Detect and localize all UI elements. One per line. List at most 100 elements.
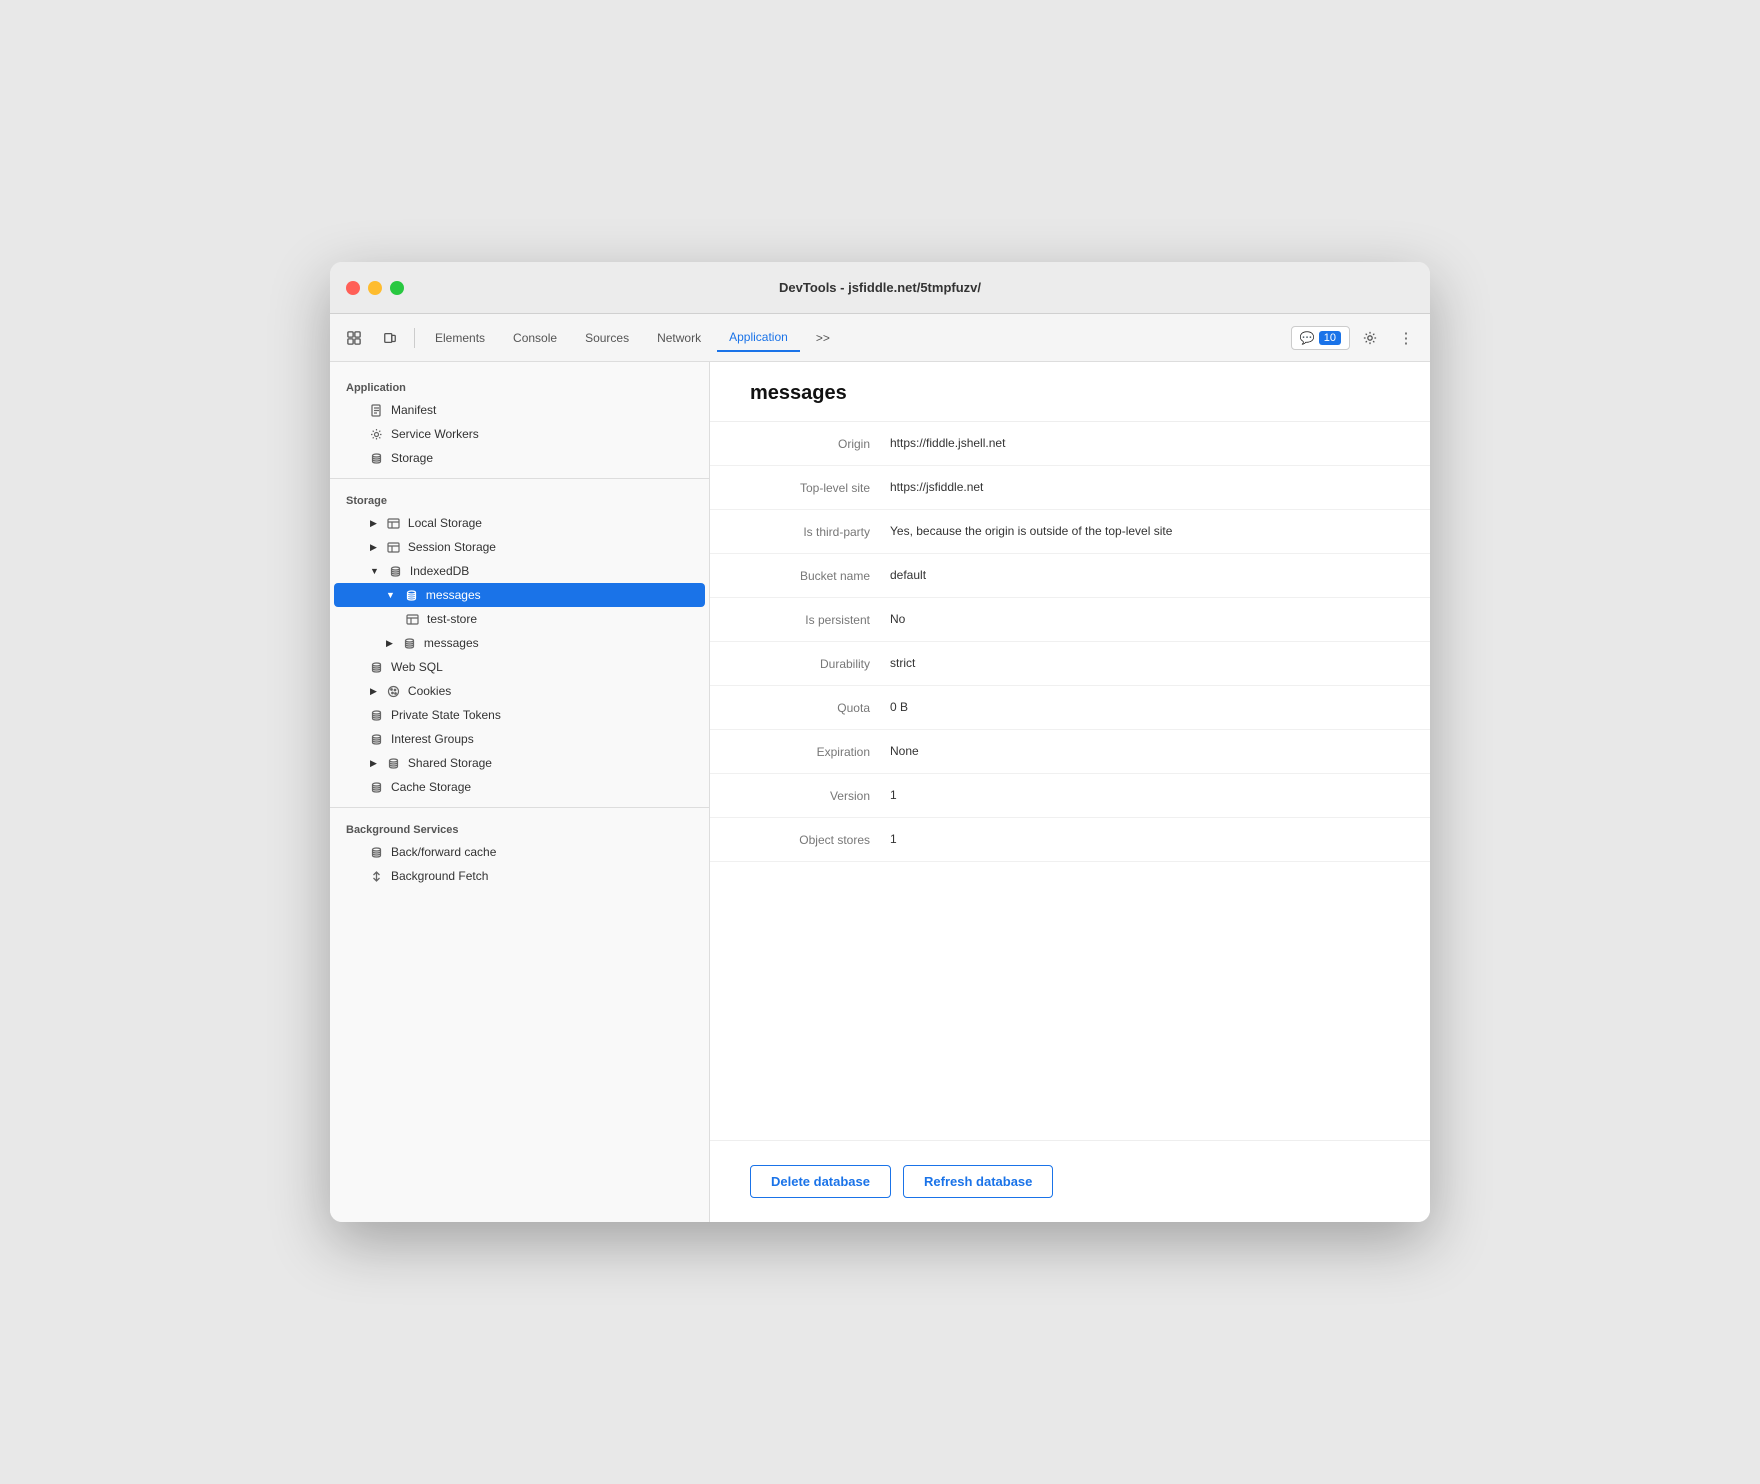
sidebar-item-label: Cache Storage	[391, 780, 471, 794]
prop-value-origin: https://fiddle.jshell.net	[890, 436, 1005, 450]
sidebar-item-manifest[interactable]: Manifest	[334, 398, 705, 422]
prop-value-is-persistent: No	[890, 612, 905, 626]
sidebar-item-shared-storage[interactable]: ▶ Shared Storage	[334, 751, 705, 775]
sidebar-item-storage[interactable]: Storage	[334, 446, 705, 470]
prop-row-version: Version 1	[710, 774, 1430, 818]
issues-badge[interactable]: 💬 10	[1291, 326, 1350, 350]
sidebar-item-label: Web SQL	[391, 660, 443, 674]
sidebar-item-indexeddb[interactable]: ▼ IndexedDB	[334, 559, 705, 583]
sidebar-item-messages-db[interactable]: ▼ messages	[334, 583, 705, 607]
sidebar-divider-1	[330, 478, 709, 479]
prop-label-expiration: Expiration	[750, 744, 890, 759]
sidebar-item-label: Manifest	[391, 403, 436, 417]
db-icon	[370, 781, 383, 794]
sidebar-divider-2	[330, 807, 709, 808]
table-icon	[387, 541, 400, 554]
prop-label-origin: Origin	[750, 436, 890, 451]
prop-value-third-party: Yes, because the origin is outside of th…	[890, 524, 1172, 538]
prop-label-third-party: Is third-party	[750, 524, 890, 539]
device-toolbar-icon[interactable]	[374, 322, 406, 354]
sidebar-item-service-workers[interactable]: Service Workers	[334, 422, 705, 446]
sidebar-item-back-forward-cache[interactable]: Back/forward cache	[334, 840, 705, 864]
chevron-down-icon: ▼	[370, 566, 379, 576]
sidebar-section-background: Background Services	[330, 816, 709, 840]
chevron-right-icon: ▶	[370, 518, 377, 529]
sidebar-item-label: IndexedDB	[410, 564, 469, 578]
prop-label-object-stores: Object stores	[750, 832, 890, 847]
minimize-button[interactable]	[368, 281, 382, 295]
window-title: DevTools - jsfiddle.net/5tmpfuzv/	[779, 280, 981, 295]
prop-value-expiration: None	[890, 744, 919, 758]
refresh-database-button[interactable]: Refresh database	[903, 1165, 1053, 1198]
page-title: messages	[750, 382, 1390, 405]
prop-value-bucket-name: default	[890, 568, 926, 582]
sidebar-item-test-store[interactable]: test-store	[334, 607, 705, 631]
sidebar-item-messages-collapsed[interactable]: ▶ messages	[334, 631, 705, 655]
sidebar-item-label: Back/forward cache	[391, 845, 496, 859]
sidebar-item-label: Session Storage	[408, 540, 496, 554]
chevron-right-icon: ▶	[370, 542, 377, 553]
tab-more[interactable]: >>	[804, 325, 842, 351]
prop-label-bucket-name: Bucket name	[750, 568, 890, 583]
sidebar-item-interest-groups[interactable]: Interest Groups	[334, 727, 705, 751]
maximize-button[interactable]	[390, 281, 404, 295]
sidebar-item-label: Interest Groups	[391, 732, 474, 746]
inspector-icon[interactable]	[338, 322, 370, 354]
kebab-menu-icon[interactable]: ⋮	[1390, 322, 1422, 354]
chevron-right-icon: ▶	[370, 758, 377, 769]
issues-icon: 💬	[1300, 331, 1315, 345]
delete-database-button[interactable]: Delete database	[750, 1165, 891, 1198]
sidebar-item-private-state-tokens[interactable]: Private State Tokens	[334, 703, 705, 727]
tab-sources[interactable]: Sources	[573, 325, 641, 351]
db-icon	[387, 757, 400, 770]
prop-row-quota: Quota 0 B	[710, 686, 1430, 730]
prop-value-quota: 0 B	[890, 700, 908, 714]
issues-count: 10	[1319, 331, 1341, 345]
db-icon	[403, 637, 416, 650]
sidebar-item-label: Cookies	[408, 684, 451, 698]
db-icon	[405, 589, 418, 602]
tab-console[interactable]: Console	[501, 325, 569, 351]
tab-application[interactable]: Application	[717, 324, 800, 352]
tab-elements[interactable]: Elements	[423, 325, 497, 351]
sidebar-item-web-sql[interactable]: Web SQL	[334, 655, 705, 679]
prop-label-quota: Quota	[750, 700, 890, 715]
sidebar-item-local-storage[interactable]: ▶ Local Storage	[334, 511, 705, 535]
chevron-right-icon: ▶	[370, 686, 377, 697]
prop-label-version: Version	[750, 788, 890, 803]
sidebar-item-label: Storage	[391, 451, 433, 465]
prop-row-third-party: Is third-party Yes, because the origin i…	[710, 510, 1430, 554]
db-icon	[370, 709, 383, 722]
sidebar-item-label: Service Workers	[391, 427, 479, 441]
properties-table: Origin https://fiddle.jshell.net Top-lev…	[710, 422, 1430, 1140]
cookie-icon	[387, 685, 400, 698]
devtools-window: DevTools - jsfiddle.net/5tmpfuzv/ Elemen…	[330, 262, 1430, 1222]
close-button[interactable]	[346, 281, 360, 295]
prop-row-is-persistent: Is persistent No	[710, 598, 1430, 642]
prop-value-durability: strict	[890, 656, 915, 670]
main-panel: messages Origin https://fiddle.jshell.ne…	[710, 362, 1430, 1222]
sidebar-section-storage: Storage	[330, 487, 709, 511]
prop-row-object-stores: Object stores 1	[710, 818, 1430, 862]
prop-value-top-level-site: https://jsfiddle.net	[890, 480, 983, 494]
tab-network[interactable]: Network	[645, 325, 713, 351]
toolbar: Elements Console Sources Network Applica…	[330, 314, 1430, 362]
prop-label-durability: Durability	[750, 656, 890, 671]
db-icon	[370, 846, 383, 859]
content-area: Application Manifest Ser	[330, 362, 1430, 1222]
sidebar-item-label: Local Storage	[408, 516, 482, 530]
sidebar-item-label: messages	[426, 588, 481, 602]
sidebar-item-label: Shared Storage	[408, 756, 492, 770]
sidebar-item-session-storage[interactable]: ▶ Session Storage	[334, 535, 705, 559]
chevron-right-icon: ▶	[386, 638, 393, 649]
settings-icon[interactable]	[1354, 322, 1386, 354]
prop-row-bucket-name: Bucket name default	[710, 554, 1430, 598]
updown-arrow-icon	[370, 870, 383, 883]
prop-value-version: 1	[890, 788, 897, 802]
sidebar-item-cookies[interactable]: ▶ Cookies	[334, 679, 705, 703]
table-icon	[406, 613, 419, 626]
sidebar-item-cache-storage[interactable]: Cache Storage	[334, 775, 705, 799]
table-icon	[387, 517, 400, 530]
sidebar-item-background-fetch[interactable]: Background Fetch	[334, 864, 705, 888]
toolbar-separator-1	[414, 328, 415, 348]
